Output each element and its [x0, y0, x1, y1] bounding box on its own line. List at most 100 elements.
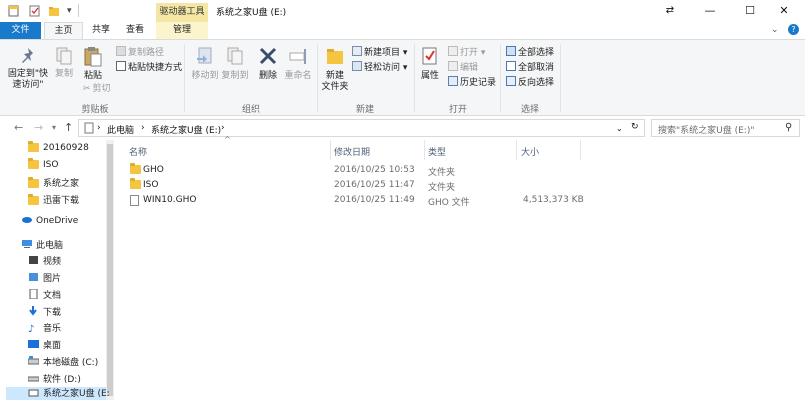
cut-button[interactable]: ✂ 剪切 — [83, 84, 111, 95]
nav-item-onedrive[interactable]: OneDrive — [21, 215, 78, 226]
column-header-date[interactable]: 修改日期 — [334, 145, 370, 158]
folder-icon — [28, 141, 39, 152]
recent-locations-dropdown[interactable]: ▾ — [52, 123, 56, 132]
delete-label: 删除 — [258, 71, 277, 81]
address-dropdown-icon[interactable]: ⌄ — [616, 124, 623, 133]
nav-item-documents[interactable]: 文档 — [28, 288, 61, 301]
pin-quick-access-button[interactable]: 固定到"快 速访问" — [6, 46, 50, 91]
nav-item-local-disk-c[interactable]: 本地磁盘 (C:) — [27, 355, 98, 368]
nav-item-iso[interactable]: ISO — [28, 158, 58, 170]
delete-icon — [258, 46, 278, 68]
select-all-button[interactable]: 全部选择 — [506, 46, 554, 59]
quick-access-dropdown-icon[interactable]: ▾ — [67, 5, 78, 17]
invert-selection-button[interactable]: 反向选择 — [506, 76, 554, 89]
address-bar-row: ← → ▾ ↑ › 此电脑 › 系统之家U盘 (E:) › ⌄ ↻ 搜索"系统之… — [0, 116, 805, 140]
easy-access-button[interactable]: 轻松访问 ▾ — [352, 61, 407, 74]
up-button[interactable]: ↑ — [64, 121, 73, 134]
nav-item-xitongzhijia[interactable]: 系统之家 — [28, 176, 79, 189]
breadcrumb-usb-drive[interactable]: 系统之家U盘 (E:) — [151, 123, 221, 136]
nav-item-videos[interactable]: 视频 — [28, 254, 61, 267]
refresh-icon[interactable]: ↻ — [631, 122, 639, 132]
folder-icon — [28, 158, 39, 169]
history-button[interactable]: 历史记录 — [448, 76, 496, 89]
breadcrumb-sep-3: › — [221, 123, 225, 133]
address-box[interactable]: › 此电脑 › 系统之家U盘 (E:) › ⌄ ↻ — [78, 119, 645, 137]
back-button[interactable]: ← — [14, 121, 23, 134]
edit-button[interactable]: 编辑 — [448, 61, 478, 74]
file-row-gho[interactable]: GHO 2016/10/25 10:53 文件夹 — [126, 163, 586, 178]
file-name: ISO — [143, 180, 159, 190]
help-icon[interactable]: ? — [788, 24, 799, 35]
window-title: 系统之家U盘 (E:) — [216, 8, 287, 18]
nav-item-this-pc[interactable]: 此电脑 — [21, 238, 63, 251]
copy-path-button[interactable]: 复制路径 — [116, 46, 164, 59]
tab-manage[interactable]: 管理 — [156, 22, 208, 39]
search-input[interactable]: 搜索"系统之家U盘 (E:)" — [651, 119, 800, 137]
folder-icon — [28, 194, 39, 205]
search-icon[interactable]: ⚲ — [785, 122, 792, 133]
paste-shortcut-button[interactable]: 粘贴快捷方式 — [116, 61, 182, 74]
tab-share[interactable]: 共享 — [86, 22, 116, 39]
delete-button[interactable]: 删除 — [254, 46, 282, 82]
nav-item-pictures[interactable]: 图片 — [28, 271, 61, 284]
column-header-name[interactable]: 名称 — [129, 145, 147, 158]
ribbon-collapse-icon[interactable]: ⌄ — [771, 25, 779, 35]
file-row-iso[interactable]: ISO 2016/10/25 11:47 文件夹 — [126, 178, 586, 193]
invert-selection-icon — [506, 76, 516, 86]
nav-item-music[interactable]: ♪ 音乐 — [28, 321, 61, 335]
forward-button[interactable]: → — [34, 121, 43, 134]
nav-item-xunlei-downloads[interactable]: 迅雷下载 — [28, 193, 79, 206]
column-header-type[interactable]: 类型 — [428, 145, 446, 158]
properties-icon[interactable] — [29, 5, 40, 17]
music-icon: ♪ — [28, 324, 35, 335]
file-name: WIN10.GHO — [143, 195, 197, 205]
nav-item-downloads[interactable]: 下载 — [28, 305, 61, 318]
cloud-icon — [21, 215, 32, 224]
nav-item-20160928[interactable]: 20160928 — [28, 141, 89, 153]
ribbon: 固定到"快 速访问" 复制 粘贴 复制路径 粘贴快捷方式 ✂ 剪切 剪贴板 移动到… — [0, 39, 805, 116]
tab-file[interactable]: 文件 — [0, 22, 41, 39]
easy-access-icon — [352, 61, 362, 71]
select-all-icon — [506, 46, 516, 56]
new-item-label: 新建项目 — [364, 48, 401, 58]
resize-indicator: ⇄ — [665, 5, 675, 16]
move-to-button[interactable]: 移动到 — [190, 46, 220, 82]
new-folder-button[interactable]: 新建 文件夹 — [320, 46, 350, 93]
select-none-button[interactable]: 全部取消 — [506, 61, 554, 74]
breadcrumb-this-pc[interactable]: 此电脑 — [107, 123, 134, 136]
copy-label: 复制 — [54, 69, 73, 79]
paste-shortcut-icon — [116, 61, 126, 71]
copy-to-button[interactable]: 复制到 — [220, 46, 250, 82]
tab-home[interactable]: 主页 — [44, 22, 83, 39]
nav-item-usb-drive-e[interactable]: 系统之家U盘 (E: — [6, 387, 110, 400]
new-item-button[interactable]: 新建项目 ▾ — [352, 46, 407, 59]
file-date: 2016/10/25 10:53 — [334, 165, 415, 175]
invert-selection-label: 反向选择 — [518, 78, 555, 88]
move-to-label: 移动到 — [191, 71, 219, 81]
copy-button[interactable]: 复制 — [51, 46, 77, 80]
move-to-icon — [195, 46, 215, 68]
open-button[interactable]: 打开 ▾ — [448, 46, 485, 59]
paste-button[interactable]: 粘贴 — [79, 46, 107, 82]
sort-indicator-icon: ^ — [224, 135, 231, 144]
edit-icon — [448, 61, 458, 71]
close-button[interactable]: ✕ — [764, 2, 804, 20]
column-header-size[interactable]: 大小 — [521, 145, 539, 158]
file-type: 文件夹 — [428, 183, 456, 193]
properties-button[interactable]: 属性 — [417, 46, 443, 82]
new-folder-icon[interactable] — [48, 5, 59, 17]
minimize-button[interactable]: — — [690, 2, 730, 20]
new-folder-large-icon — [325, 46, 345, 68]
new-folder-label: 新建 文件夹 — [321, 71, 349, 92]
history-label: 历史记录 — [460, 78, 497, 88]
nav-scrollbar[interactable] — [106, 140, 114, 400]
nav-item-software-d[interactable]: 软件 (D:) — [27, 372, 81, 385]
file-row-win10-gho[interactable]: WIN10.GHO 2016/10/25 11:49 GHO 文件 4,513,… — [126, 193, 586, 208]
rename-button[interactable]: 重命名 — [283, 46, 313, 82]
history-icon — [448, 76, 458, 86]
download-icon — [28, 306, 39, 316]
folder-icon — [28, 177, 39, 188]
nav-item-desktop[interactable]: 桌面 — [28, 338, 61, 351]
tab-view[interactable]: 查看 — [120, 22, 150, 39]
cut-icon: ✂ — [83, 84, 91, 94]
